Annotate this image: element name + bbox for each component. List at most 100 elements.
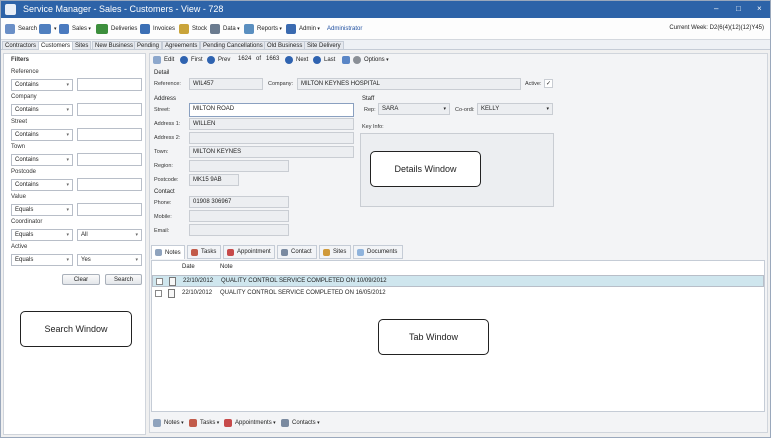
notes-dropdown[interactable]: Notes ▾ xyxy=(153,419,184,427)
tab-old-business[interactable]: Old Business xyxy=(264,41,306,50)
tab-agreements[interactable]: Agreements xyxy=(162,41,201,50)
main-tabs: Contractors Customers Sites New Business… xyxy=(1,40,770,50)
row-checkbox[interactable] xyxy=(156,278,163,285)
mobile-field[interactable] xyxy=(189,210,289,222)
phone-field[interactable]: 01908 306967 xyxy=(189,196,289,208)
rep-label: Rep: xyxy=(364,107,376,113)
filter-op-coordinator[interactable]: Equals ▾ xyxy=(11,229,73,241)
keyinfo-label: Key Info: xyxy=(362,124,384,130)
view-button[interactable] xyxy=(342,56,353,64)
detail-section-label: Detail xyxy=(154,70,170,76)
filter-value-street[interactable] xyxy=(77,128,142,141)
data-menu[interactable]: Data ▾ xyxy=(210,23,240,35)
chevron-down-icon: ▾ xyxy=(66,157,69,163)
reports-menu[interactable]: Reports ▾ xyxy=(244,23,282,35)
tab-site-delivery[interactable]: Site Delivery xyxy=(304,41,344,50)
town-field[interactable]: MILTON KEYNES xyxy=(189,146,354,158)
record-position[interactable]: 1624 xyxy=(238,56,251,62)
tab-customers[interactable]: Customers xyxy=(38,41,74,50)
clear-button[interactable]: Clear xyxy=(62,274,100,285)
coordinator-select[interactable]: KELLY ▾ xyxy=(477,103,553,115)
search-button[interactable]: Search xyxy=(105,274,142,285)
filter-value-reference[interactable] xyxy=(77,78,142,91)
reference-field[interactable]: WIL457 xyxy=(189,78,263,90)
filter-value-coordinator[interactable]: All ▾ xyxy=(77,229,142,241)
email-label: Email: xyxy=(154,228,170,234)
tab-new-business[interactable]: New Business xyxy=(92,41,137,50)
filter-value-active[interactable]: Yes ▾ xyxy=(77,254,142,266)
row-checkbox[interactable] xyxy=(155,290,162,297)
email-field[interactable] xyxy=(189,224,289,236)
filter-op-street[interactable]: Contains ▾ xyxy=(11,129,73,141)
filter-value-town[interactable] xyxy=(77,153,142,166)
notes-icon xyxy=(155,249,162,256)
tab-tasks[interactable]: Tasks xyxy=(187,245,221,259)
window-title: Service Manager - Sales - Customers - Vi… xyxy=(23,4,224,14)
admin-icon xyxy=(286,24,296,34)
tab-contact[interactable]: Contact xyxy=(277,245,317,259)
layout-menu[interactable]: ▾ xyxy=(39,23,57,35)
postcode-field[interactable]: MK15 9AB xyxy=(189,174,239,186)
filter-op-active[interactable]: Equals ▾ xyxy=(11,254,73,266)
filter-label-value: Value xyxy=(11,194,26,200)
document-icon xyxy=(169,277,176,286)
tab-documents[interactable]: Documents xyxy=(353,245,403,259)
tab-pending-cancellations[interactable]: Pending Cancellations xyxy=(200,41,266,50)
rep-select[interactable]: SARA ▾ xyxy=(378,103,450,115)
tab-sites[interactable]: Sites xyxy=(72,41,92,50)
record-total: 1663 xyxy=(266,56,280,62)
title-bar: Service Manager - Sales - Customers - Vi… xyxy=(1,1,770,18)
first-button[interactable]: First xyxy=(180,56,203,64)
address1-field[interactable]: WILLEN xyxy=(189,118,354,130)
deliveries-menu[interactable]: Deliveries xyxy=(96,23,137,35)
next-button[interactable]: Next xyxy=(285,56,308,64)
street-field[interactable]: MILTON ROAD xyxy=(189,103,354,117)
appointments-dropdown[interactable]: Appointments ▾ xyxy=(224,419,276,427)
options-button[interactable]: Options ▾ xyxy=(353,56,389,64)
active-label: Active: xyxy=(525,81,542,87)
notes-icon xyxy=(153,419,161,427)
filter-value-company[interactable] xyxy=(77,103,142,116)
filter-label-reference: Reference xyxy=(11,69,39,75)
maximize-icon[interactable]: □ xyxy=(736,4,741,13)
filter-value-value[interactable] xyxy=(77,203,142,216)
filter-op-town[interactable]: Contains ▾ xyxy=(11,154,73,166)
gear-icon xyxy=(210,24,220,34)
table-row[interactable]: 22/10/2012 QUALITY CONTROL SERVICE COMPL… xyxy=(152,288,764,300)
filter-op-company[interactable]: Contains ▾ xyxy=(11,104,73,116)
last-icon xyxy=(313,56,321,64)
edit-button[interactable]: Edit xyxy=(153,56,174,64)
search-menu[interactable]: Search xyxy=(5,23,37,35)
company-label: Company: xyxy=(268,81,294,87)
prev-button[interactable]: Prev xyxy=(207,56,230,64)
tab-pending[interactable]: Pending xyxy=(134,41,163,50)
tab-contractors[interactable]: Contractors xyxy=(2,41,40,50)
company-field[interactable]: MILTON KEYNES HOSPITAL xyxy=(297,78,521,90)
invoices-menu[interactable]: Invoices xyxy=(140,23,175,35)
filter-op-postcode[interactable]: Contains ▾ xyxy=(11,179,73,191)
active-checkbox[interactable]: ✓ xyxy=(544,79,553,88)
tasks-dropdown[interactable]: Tasks ▾ xyxy=(189,419,219,427)
tab-sites[interactable]: Sites xyxy=(319,245,351,259)
table-row[interactable]: 22/10/2012 QUALITY CONTROL SERVICE COMPL… xyxy=(152,275,764,287)
current-week: Current Week: D2(6(4)(12)(12)Y45) xyxy=(669,25,764,31)
contacts-dropdown[interactable]: Contacts ▾ xyxy=(281,419,320,427)
filter-value-postcode[interactable] xyxy=(77,178,142,191)
last-button[interactable]: Last xyxy=(313,56,335,64)
filter-op-value[interactable]: Equals ▾ xyxy=(11,204,73,216)
close-icon[interactable]: × xyxy=(757,4,762,13)
layout-icon xyxy=(342,56,350,64)
region-field[interactable] xyxy=(189,160,289,172)
address2-field[interactable] xyxy=(189,132,354,144)
filter-label-town: Town xyxy=(11,144,26,150)
filter-op-reference[interactable]: Contains ▾ xyxy=(11,79,73,91)
sales-menu[interactable]: Sales ▾ xyxy=(59,23,91,35)
tab-notes[interactable]: Notes xyxy=(151,245,185,259)
admin-menu[interactable]: Admin ▾ xyxy=(286,23,320,35)
minimize-icon[interactable]: – xyxy=(714,4,718,13)
stock-menu[interactable]: Stock xyxy=(179,23,207,35)
chevron-down-icon: ▾ xyxy=(135,257,138,263)
staff-section-label: Staff xyxy=(362,96,375,102)
tab-appointment[interactable]: Appointment xyxy=(223,245,275,259)
next-icon xyxy=(285,56,293,64)
